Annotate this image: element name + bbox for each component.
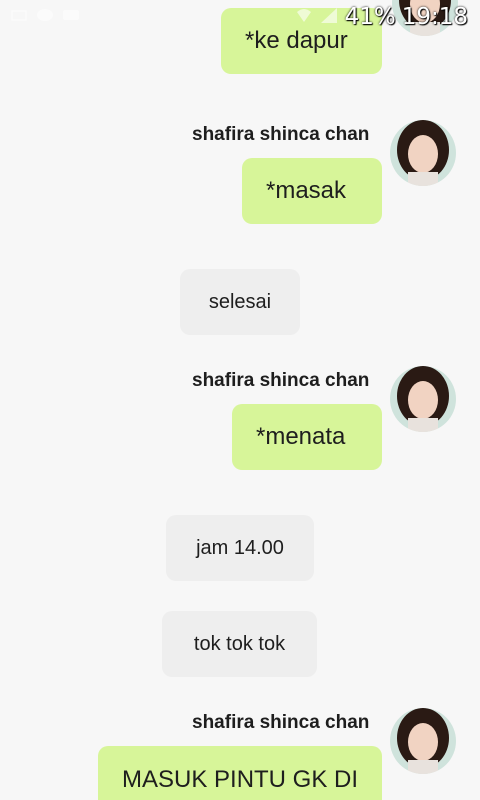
message-bubble[interactable]: selesai xyxy=(180,269,300,335)
signal-icon xyxy=(319,6,339,29)
chat-icon xyxy=(36,8,54,22)
notification-icons xyxy=(10,8,80,22)
message-text: *masak xyxy=(266,177,347,204)
sender-name: shafira shinca chan xyxy=(192,712,370,733)
message-text: MASUK PINTU GK DI xyxy=(122,766,359,793)
message-bubble[interactable]: MASUK PINTU GK DI xyxy=(98,746,382,800)
message-text: jam 14.00 xyxy=(196,536,284,559)
avatar[interactable] xyxy=(390,120,456,186)
message-bubble[interactable]: *masak xyxy=(242,158,382,224)
message-bubble[interactable]: jam 14.00 xyxy=(166,515,314,581)
message-bubble[interactable]: tok tok tok xyxy=(162,611,317,677)
avatar[interactable] xyxy=(390,708,456,774)
message-text: tok tok tok xyxy=(193,632,286,655)
sender-name: shafira shinca chan xyxy=(192,370,370,391)
status-bar: 41% 19:18 xyxy=(0,0,480,36)
video-icon xyxy=(62,8,80,22)
clock: 19:18 xyxy=(401,4,468,30)
battery-percent: 41% xyxy=(344,4,396,30)
sender-name: shafira shinca chan xyxy=(192,124,370,145)
avatar[interactable] xyxy=(390,366,456,432)
message-bubble[interactable]: *menata xyxy=(232,404,382,470)
wifi-icon xyxy=(295,6,313,29)
message-text: *menata xyxy=(256,423,346,450)
message-text: selesai xyxy=(208,290,272,313)
notification-icon xyxy=(10,8,28,22)
